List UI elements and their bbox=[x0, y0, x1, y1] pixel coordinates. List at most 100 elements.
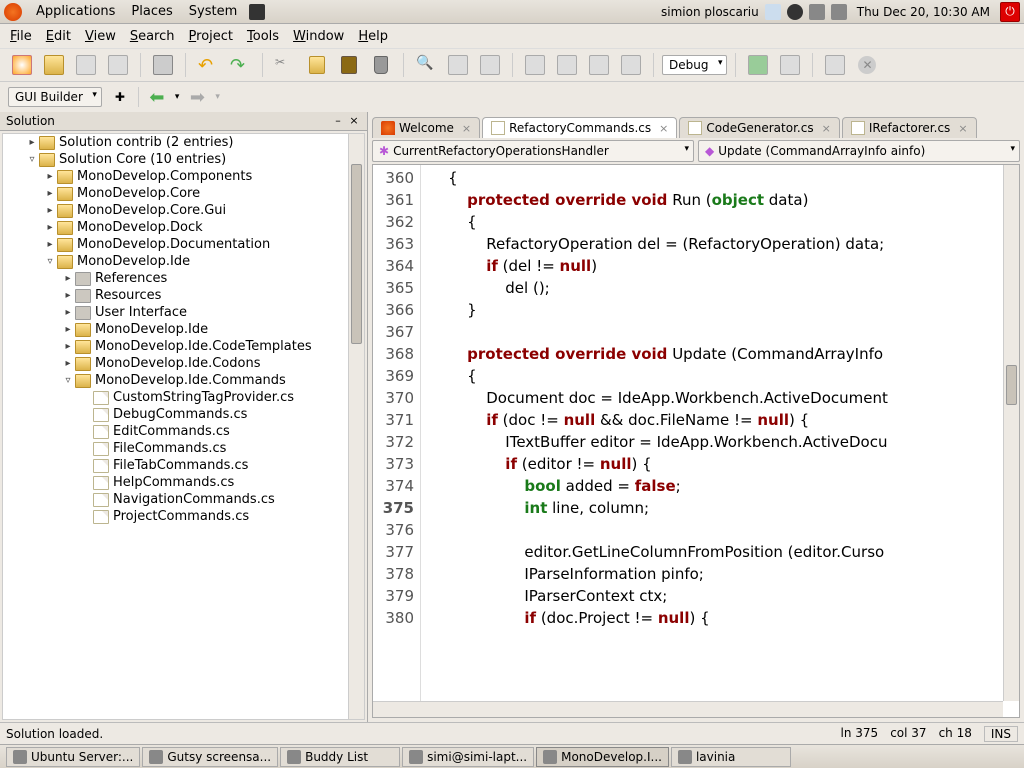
code-editor[interactable]: 3603613623633643653663673683693703713723… bbox=[372, 164, 1020, 718]
applications-menu[interactable]: Applications bbox=[28, 4, 123, 19]
tool-button-4[interactable] bbox=[553, 51, 581, 79]
system-menu[interactable]: System bbox=[181, 4, 245, 19]
menu-edit[interactable]: Edit bbox=[40, 27, 77, 46]
tree-item[interactable]: EditCommands.cs bbox=[3, 423, 348, 440]
save-all-button[interactable] bbox=[104, 51, 132, 79]
line-gutter: 3603613623633643653663673683693703713723… bbox=[373, 165, 421, 717]
tree-item[interactable]: ▿MonoDevelop.Ide bbox=[3, 253, 348, 270]
menu-help[interactable]: Help bbox=[352, 27, 394, 46]
taskbar-item[interactable]: lavinia bbox=[671, 747, 791, 767]
redo-button[interactable]: ↷ bbox=[226, 51, 254, 79]
add-button[interactable]: ✚ bbox=[108, 85, 132, 109]
class-combo[interactable]: ✱CurrentRefactoryOperationsHandler bbox=[372, 140, 694, 162]
delete-button[interactable] bbox=[367, 51, 395, 79]
debug-button[interactable] bbox=[776, 51, 804, 79]
tree-item[interactable]: ▸Solution contrib (2 entries) bbox=[3, 134, 348, 151]
copy-button[interactable] bbox=[303, 51, 331, 79]
taskbar-item[interactable]: Buddy List bbox=[280, 747, 400, 767]
stop-button[interactable]: ✕ bbox=[853, 51, 881, 79]
tab-close-icon[interactable]: × bbox=[659, 122, 668, 135]
power-button[interactable]: ⏻ bbox=[1000, 2, 1020, 22]
run-button[interactable] bbox=[744, 51, 772, 79]
tree-item[interactable]: HelpCommands.cs bbox=[3, 474, 348, 491]
tree-item[interactable]: ▸User Interface bbox=[3, 304, 348, 321]
tray-network-icon[interactable] bbox=[809, 4, 825, 20]
cs-icon bbox=[491, 121, 505, 135]
taskbar-item[interactable]: Gutsy screensa... bbox=[142, 747, 278, 767]
menu-search[interactable]: Search bbox=[124, 27, 181, 46]
tool-button-6[interactable] bbox=[617, 51, 645, 79]
tree-item[interactable]: ▸MonoDevelop.Ide bbox=[3, 321, 348, 338]
open-button[interactable] bbox=[40, 51, 68, 79]
tree-item[interactable]: ▿Solution Core (10 entries) bbox=[3, 151, 348, 168]
cut-button[interactable]: ✂ bbox=[271, 51, 299, 79]
nav-back-button[interactable]: ⬅ bbox=[145, 85, 169, 109]
tree-item[interactable]: ▸MonoDevelop.Components bbox=[3, 168, 348, 185]
main-toolbar: ↶ ↷ ✂ 🔍 Debug ✕ bbox=[0, 48, 1024, 82]
tool-button-5[interactable] bbox=[585, 51, 613, 79]
pane-close-icon[interactable]: × bbox=[347, 114, 361, 128]
tree-scrollbar[interactable] bbox=[348, 134, 364, 719]
tool-button-3[interactable] bbox=[521, 51, 549, 79]
tree-item[interactable]: ▸MonoDevelop.Documentation bbox=[3, 236, 348, 253]
find-button[interactable]: 🔍 bbox=[412, 51, 440, 79]
new-button[interactable] bbox=[8, 51, 36, 79]
editor-tab[interactable]: RefactoryCommands.cs× bbox=[482, 117, 677, 138]
tool-button-2[interactable] bbox=[476, 51, 504, 79]
tree-item[interactable]: ▸MonoDevelop.Core bbox=[3, 185, 348, 202]
tray-search-icon[interactable] bbox=[765, 4, 781, 20]
editor-tab[interactable]: CodeGenerator.cs× bbox=[679, 117, 839, 138]
taskbar-item[interactable]: MonoDevelop.I... bbox=[536, 747, 669, 767]
editor-tab[interactable]: IRefactorer.cs× bbox=[842, 117, 977, 138]
tree-item[interactable]: FileTabCommands.cs bbox=[3, 457, 348, 474]
tree-item[interactable]: ▸MonoDevelop.Ide.Codons bbox=[3, 355, 348, 372]
clock[interactable]: Thu Dec 20, 10:30 AM bbox=[853, 5, 994, 19]
pane-minimize-icon[interactable]: – bbox=[331, 114, 345, 128]
tray-volume-icon[interactable] bbox=[831, 4, 847, 20]
editor-scrollbar-h[interactable] bbox=[373, 701, 1003, 717]
code-content[interactable]: { protected override void Run (object da… bbox=[421, 165, 1019, 717]
member-combo[interactable]: ◆Update (CommandArrayInfo ainfo) bbox=[698, 140, 1020, 162]
menu-project[interactable]: Project bbox=[183, 27, 240, 46]
tree-item[interactable]: ▸Resources bbox=[3, 287, 348, 304]
tray-update-icon[interactable] bbox=[787, 4, 803, 20]
editor-scrollbar-v[interactable] bbox=[1003, 165, 1019, 701]
tree-item[interactable]: ▸References bbox=[3, 270, 348, 287]
paste-button[interactable] bbox=[335, 51, 363, 79]
gnome-bottom-panel: Ubuntu Server:...Gutsy screensa...Buddy … bbox=[0, 744, 1024, 768]
menu-window[interactable]: Window bbox=[287, 27, 350, 46]
tab-close-icon[interactable]: × bbox=[462, 122, 471, 135]
menu-file[interactable]: File bbox=[4, 27, 38, 46]
ubuntu-logo-icon[interactable] bbox=[4, 3, 22, 21]
nav-fwd-button[interactable]: ➡ bbox=[185, 85, 209, 109]
user-label: simion ploscariu bbox=[661, 5, 759, 19]
places-menu[interactable]: Places bbox=[123, 4, 180, 19]
tree-item[interactable]: ▿MonoDevelop.Ide.Commands bbox=[3, 372, 348, 389]
tool-button-1[interactable] bbox=[444, 51, 472, 79]
tree-item[interactable]: CustomStringTagProvider.cs bbox=[3, 389, 348, 406]
taskbar-item[interactable]: Ubuntu Server:... bbox=[6, 747, 140, 767]
print-button[interactable] bbox=[149, 51, 177, 79]
home-icon bbox=[381, 121, 395, 135]
menu-tools[interactable]: Tools bbox=[241, 27, 285, 46]
tree-item[interactable]: FileCommands.cs bbox=[3, 440, 348, 457]
tree-item[interactable]: NavigationCommands.cs bbox=[3, 491, 348, 508]
tree-item[interactable]: ProjectCommands.cs bbox=[3, 508, 348, 525]
tree-item[interactable]: ▸MonoDevelop.Dock bbox=[3, 219, 348, 236]
tab-close-icon[interactable]: × bbox=[822, 122, 831, 135]
menu-view[interactable]: View bbox=[79, 27, 122, 46]
tree-item[interactable]: ▸MonoDevelop.Ide.CodeTemplates bbox=[3, 338, 348, 355]
save-button[interactable] bbox=[72, 51, 100, 79]
solution-pane: Solution – × ▸Solution contrib (2 entrie… bbox=[0, 112, 368, 722]
designer-combo[interactable]: GUI Builder bbox=[8, 87, 102, 107]
terminal-launcher-icon[interactable] bbox=[249, 4, 265, 20]
solution-tree[interactable]: ▸Solution contrib (2 entries)▿Solution C… bbox=[2, 133, 365, 720]
taskbar-item[interactable]: simi@simi-lapt... bbox=[402, 747, 534, 767]
config-combo[interactable]: Debug bbox=[662, 55, 727, 75]
editor-tab[interactable]: Welcome× bbox=[372, 117, 480, 138]
tree-item[interactable]: DebugCommands.cs bbox=[3, 406, 348, 423]
undo-button[interactable]: ↶ bbox=[194, 51, 222, 79]
tree-item[interactable]: ▸MonoDevelop.Core.Gui bbox=[3, 202, 348, 219]
build-button[interactable] bbox=[821, 51, 849, 79]
tab-close-icon[interactable]: × bbox=[958, 122, 967, 135]
